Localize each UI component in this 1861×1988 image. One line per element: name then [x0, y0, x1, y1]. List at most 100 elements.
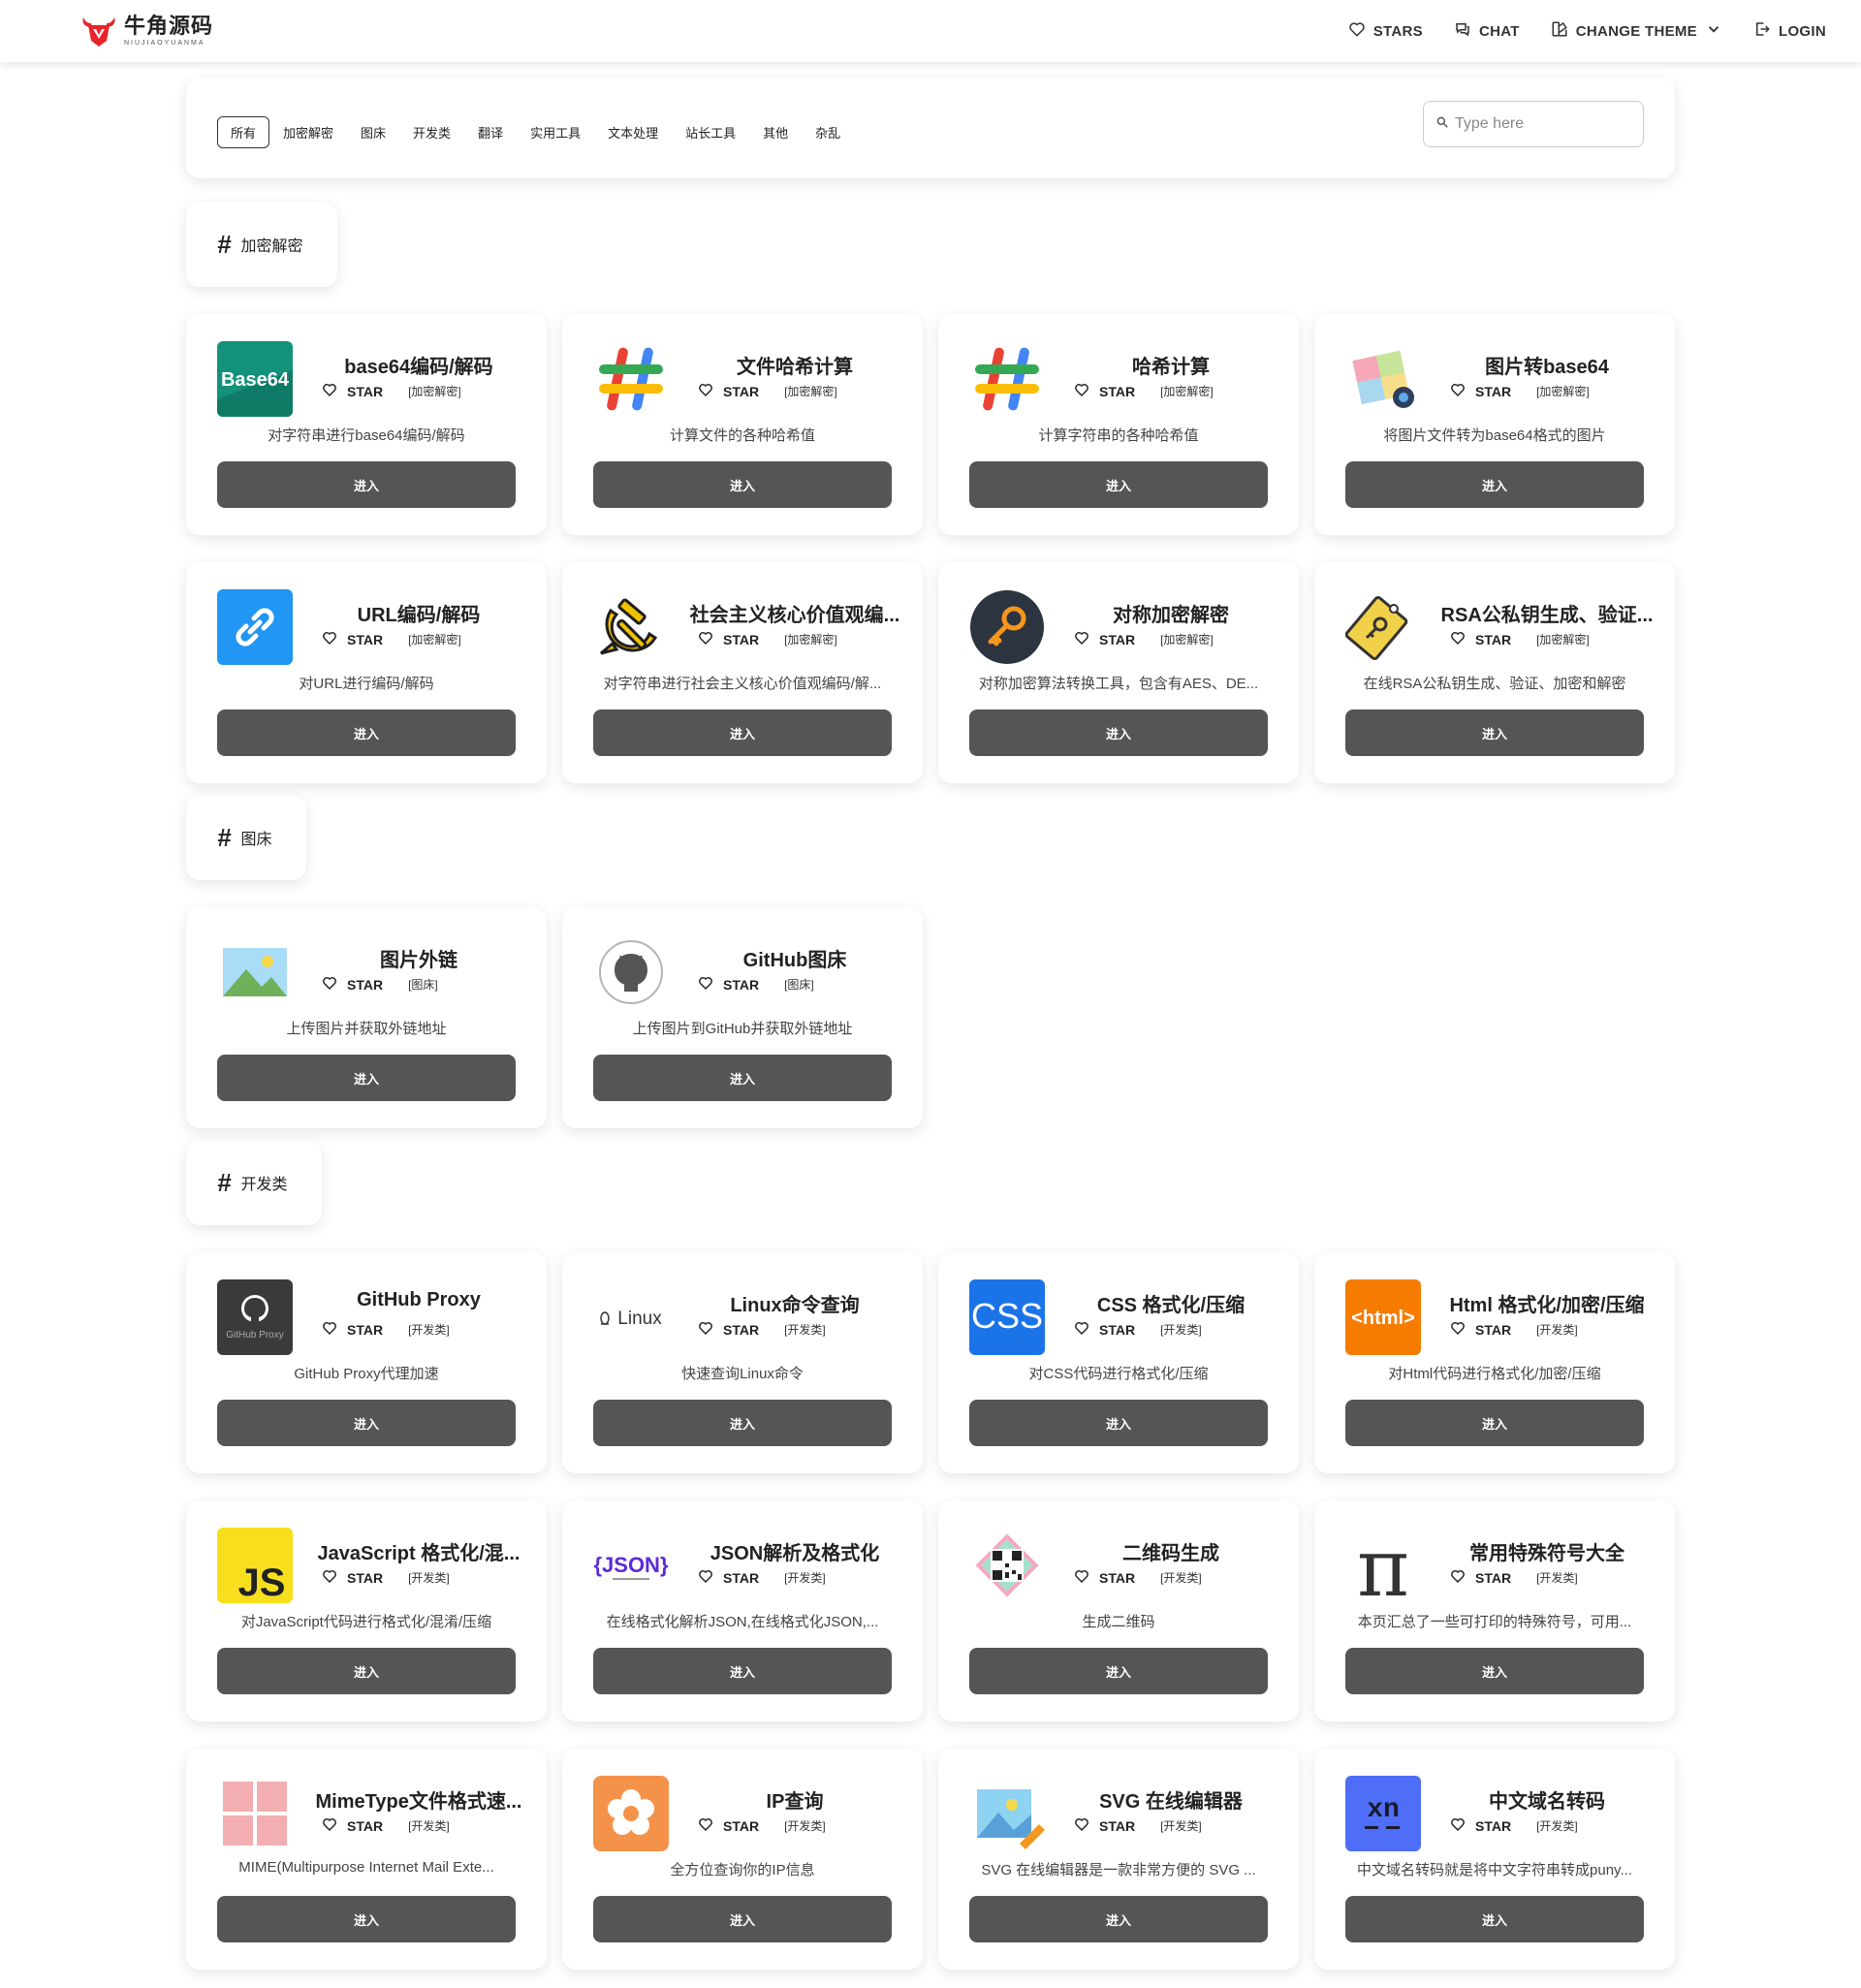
tab-all[interactable]: 所有	[217, 116, 270, 148]
star-button[interactable]: STAR	[1074, 382, 1135, 400]
enter-button[interactable]: 进入	[593, 1896, 892, 1942]
enter-button[interactable]: 进入	[217, 1896, 516, 1942]
tool-card[interactable]: IP查询 STAR [开发类] 全方位查询你的IP信息 进入	[562, 1749, 923, 1970]
enter-button[interactable]: 进入	[969, 461, 1268, 508]
tab-utilities[interactable]: 实用工具	[517, 116, 594, 148]
star-button[interactable]: STAR	[1450, 382, 1511, 400]
star-button[interactable]: STAR	[698, 630, 759, 648]
heart-icon	[1450, 630, 1466, 648]
enter-button[interactable]: 进入	[217, 461, 516, 508]
search-input[interactable]	[1455, 115, 1629, 133]
svg-text:CSS: CSS	[971, 1296, 1043, 1336]
enter-button[interactable]: 进入	[969, 1648, 1268, 1694]
tool-title: 图片转base64	[1485, 357, 1609, 378]
tool-card[interactable]: GitHub Proxy GitHub Proxy STAR [开发类] Git…	[186, 1252, 547, 1473]
star-button[interactable]: STAR	[1450, 1320, 1511, 1339]
star-button[interactable]: STAR	[1450, 630, 1511, 648]
tab-text[interactable]: 文本处理	[594, 116, 672, 148]
search-box[interactable]	[1423, 101, 1644, 147]
star-button[interactable]: STAR	[322, 382, 383, 400]
star-button[interactable]: STAR	[1074, 1568, 1135, 1587]
enter-button[interactable]: 进入	[1345, 461, 1644, 508]
pi-icon: π	[1345, 1528, 1421, 1603]
enter-button[interactable]: 进入	[1345, 1896, 1644, 1942]
tab-webmaster[interactable]: 站长工具	[672, 116, 749, 148]
tool-card[interactable]: xn 中文域名转码 STAR [开发类] 中文域名转码就是将中文字符串转成pun…	[1314, 1749, 1675, 1970]
tool-card[interactable]: RSA公私钥生成、验证... STAR [加密解密] 在线RSA公私钥生成、验证…	[1314, 562, 1675, 783]
star-button[interactable]: STAR	[322, 1568, 383, 1587]
svg-text:Linux: Linux	[617, 1309, 662, 1329]
tool-card[interactable]: 图片转base64 STAR [加密解密] 将图片文件转为base64格式的图片…	[1314, 314, 1675, 535]
star-button[interactable]: STAR	[322, 630, 383, 648]
section-label: 加密解密	[240, 238, 303, 255]
star-label: STAR	[347, 976, 384, 993]
star-button[interactable]: STAR	[1074, 1320, 1135, 1339]
star-button[interactable]: STAR	[698, 382, 759, 400]
enter-button[interactable]: 进入	[217, 1055, 516, 1101]
tool-card[interactable]: {JSON} JSON解析及格式化 STAR [开发类] 在线格式化解析JSON…	[562, 1500, 923, 1721]
nav-login[interactable]: LOGIN	[1753, 20, 1826, 42]
enter-button[interactable]: 进入	[1345, 1648, 1644, 1694]
enter-button[interactable]: 进入	[593, 461, 892, 508]
tab-misc[interactable]: 杂乱	[802, 116, 854, 148]
enter-button[interactable]: 进入	[969, 1400, 1268, 1446]
enter-button[interactable]: 进入	[593, 1400, 892, 1446]
enter-button[interactable]: 进入	[217, 1648, 516, 1694]
site-logo[interactable]: 牛角源码 NIUJIAOYUANMA	[79, 14, 213, 48]
tab-other[interactable]: 其他	[749, 116, 802, 148]
enter-button[interactable]: 进入	[217, 710, 516, 756]
tool-card[interactable]: JS JavaScript 格式化/混... STAR [开发类] 对JavaS…	[186, 1500, 547, 1721]
tool-card[interactable]: Linux Linux命令查询 STAR [开发类] 快速查询Linux命令 进…	[562, 1252, 923, 1473]
base64-icon: Base64	[217, 341, 293, 417]
tool-card[interactable]: π 常用特殊符号大全 STAR [开发类] 本页汇总了一些可打印的特殊符号，可用…	[1314, 1500, 1675, 1721]
enter-button[interactable]: 进入	[969, 710, 1268, 756]
tool-card[interactable]: Base64 base64编码/解码 STAR [加密解密] 对字符串进行bas…	[186, 314, 547, 535]
star-label: STAR	[1475, 383, 1512, 399]
star-button[interactable]: STAR	[698, 1568, 759, 1587]
star-label: STAR	[1475, 1321, 1512, 1338]
tool-card[interactable]: 文件哈希计算 STAR [加密解密] 计算文件的各种哈希值 进入	[562, 314, 923, 535]
heart-icon	[322, 1320, 337, 1339]
tool-category: [开发类]	[784, 1819, 826, 1833]
tool-card[interactable]: 哈希计算 STAR [加密解密] 计算字符串的各种哈希值 进入	[938, 314, 1299, 535]
star-button[interactable]: STAR	[698, 1320, 759, 1339]
tab-image-host[interactable]: 图床	[347, 116, 399, 148]
nav-stars[interactable]: STARS	[1348, 20, 1423, 42]
nav-change-theme[interactable]: CHANGE THEME	[1551, 20, 1722, 42]
star-button[interactable]: STAR	[322, 975, 383, 994]
tab-dev[interactable]: 开发类	[399, 116, 464, 148]
star-button[interactable]: STAR	[698, 1816, 759, 1835]
enter-button[interactable]: 进入	[593, 1648, 892, 1694]
star-button[interactable]: STAR	[1074, 630, 1135, 648]
icon-caption: Linux	[617, 1309, 662, 1329]
tab-encrypt[interactable]: 加密解密	[269, 116, 347, 148]
tool-category: [开发类]	[1160, 1819, 1202, 1833]
tool-card[interactable]: 图片外链 STAR [图床] 上传图片并获取外链地址 进入	[186, 907, 547, 1128]
tool-card[interactable]: 二维码生成 STAR [开发类] 生成二维码 进入	[938, 1500, 1299, 1721]
enter-button[interactable]: 进入	[593, 1055, 892, 1101]
tool-card[interactable]: CSS CSS 格式化/压缩 STAR [开发类] 对CSS代码进行格式化/压缩…	[938, 1252, 1299, 1473]
enter-button[interactable]: 进入	[217, 1400, 516, 1446]
tool-card[interactable]: 社会主义核心价值观编... STAR [加密解密] 对字符串进行社会主义核心价值…	[562, 562, 923, 783]
star-button[interactable]: STAR	[1450, 1568, 1511, 1587]
enter-button[interactable]: 进入	[969, 1896, 1268, 1942]
star-button[interactable]: STAR	[322, 1320, 383, 1339]
tab-translate[interactable]: 翻译	[464, 116, 517, 148]
enter-button[interactable]: 进入	[1345, 1400, 1644, 1446]
enter-button[interactable]: 进入	[593, 710, 892, 756]
star-button[interactable]: STAR	[322, 1816, 383, 1835]
tool-card[interactable]: SVG 在线编辑器 STAR [开发类] SVG 在线编辑器是一款非常方便的 S…	[938, 1749, 1299, 1970]
nav-chat[interactable]: CHAT	[1454, 20, 1520, 42]
svg-text:JS: JS	[238, 1562, 286, 1603]
tool-card[interactable]: URL编码/解码 STAR [加密解密] 对URL进行编码/解码 进入	[186, 562, 547, 783]
tool-card[interactable]: MimeType文件格式速... STAR [开发类] MIME(Multipu…	[186, 1749, 547, 1970]
tool-card[interactable]: GitHub图床 STAR [图床] 上传图片到GitHub并获取外链地址 进入	[562, 907, 923, 1128]
tool-card[interactable]: 对称加密解密 STAR [加密解密] 对称加密算法转换工具，包含有AES、DE.…	[938, 562, 1299, 783]
star-button[interactable]: STAR	[1450, 1816, 1511, 1835]
star-button[interactable]: STAR	[698, 975, 759, 994]
enter-button[interactable]: 进入	[1345, 710, 1644, 756]
tool-category: [图床]	[408, 978, 438, 992]
tool-card[interactable]: <html> Html 格式化/加密/压缩 STAR [开发类] 对Html代码…	[1314, 1252, 1675, 1473]
heart-icon	[1450, 1816, 1466, 1835]
star-button[interactable]: STAR	[1074, 1816, 1135, 1835]
